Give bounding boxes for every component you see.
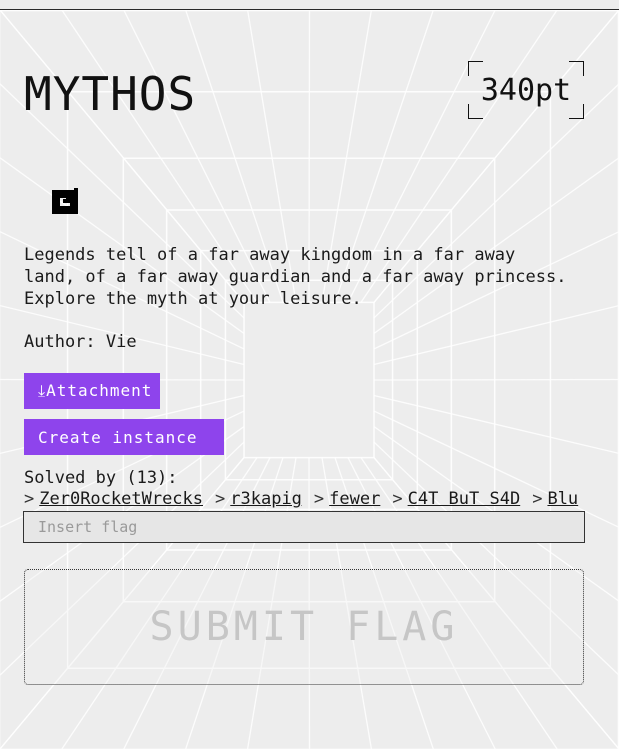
solver-link[interactable]: Zer0RocketWrecks	[39, 489, 203, 509]
solver-link[interactable]: r3kapig	[230, 489, 302, 509]
points-badge: 340pt	[468, 61, 584, 119]
solver-link[interactable]: C4T BuT S4D	[408, 489, 521, 509]
spiral-icon	[52, 188, 78, 214]
solver-separator: >	[24, 489, 35, 509]
solver-link[interactable]: fewer	[329, 489, 380, 509]
challenge-description: Legends tell of a far away kingdom in a …	[24, 245, 567, 309]
solver-separator: >	[392, 489, 403, 509]
challenge-title: MYTHOS	[24, 67, 197, 121]
solver-separator: >	[215, 489, 226, 509]
bracket-corner	[569, 104, 584, 119]
flag-input[interactable]	[23, 511, 585, 543]
solver-link[interactable]: Blu	[547, 489, 578, 509]
solvers-list: > Zer0RocketWrecks > r3kapig > fewer > C4T BuT …	[24, 488, 584, 512]
attachment-button[interactable]: ⤓Attachment	[24, 373, 160, 409]
create-instance-button[interactable]: Create instance	[24, 419, 224, 455]
challenge-author: Author: Vie	[24, 332, 137, 352]
bracket-corner	[569, 61, 584, 76]
bracket-corner	[468, 61, 483, 76]
points-value: 340pt	[480, 72, 572, 108]
submit-flag-button[interactable]: SUBMIT FLAG	[24, 569, 584, 685]
solved-by-label: Solved by (13):	[24, 468, 178, 488]
solver-separator: >	[313, 489, 325, 509]
bracket-corner	[468, 104, 483, 119]
solver-separator: >	[532, 489, 543, 509]
